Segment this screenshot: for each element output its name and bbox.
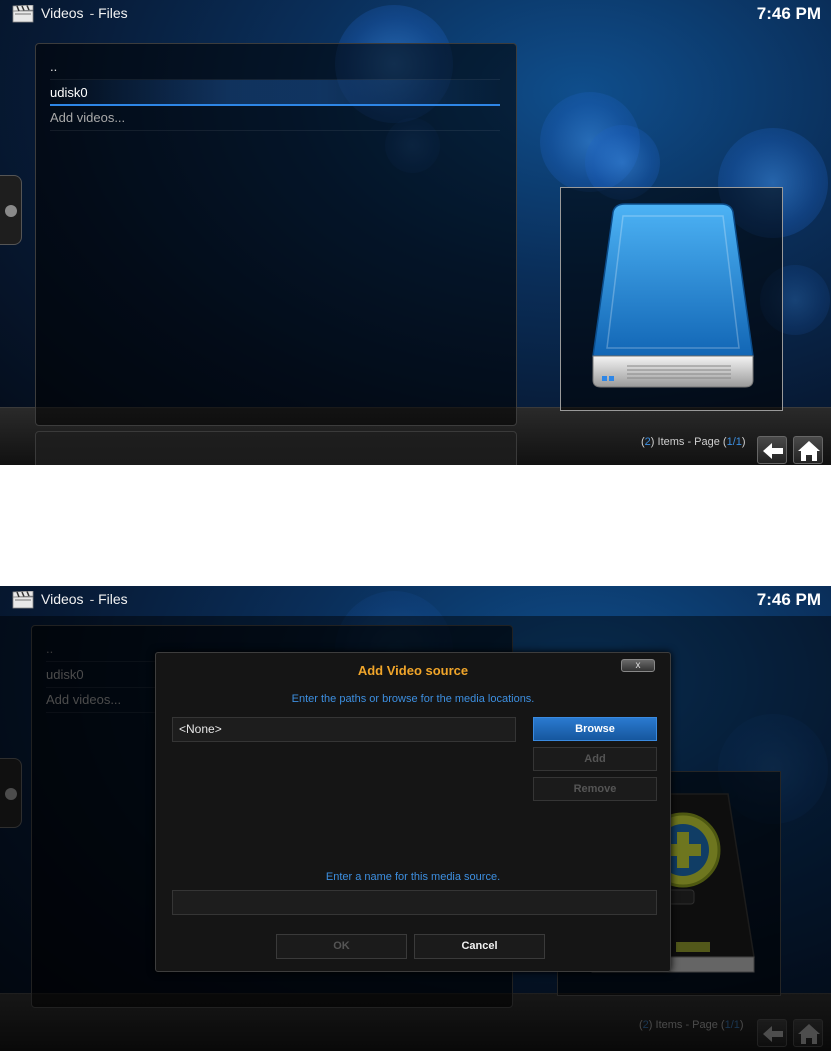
page-close: )	[741, 436, 746, 448]
top-bar: Videos - Files 7:46 PM	[0, 586, 831, 616]
list-footer-panel	[35, 431, 517, 465]
screenshot-add-source-dialog: Videos - Files 7:46 PM .. udisk0 Add vide…	[0, 586, 831, 1051]
clock: 7:46 PM	[756, 590, 821, 609]
source-path-field[interactable]: <None>	[172, 717, 516, 742]
list-item-add-videos[interactable]: Add videos...	[50, 105, 500, 131]
thumbnail-panel	[560, 187, 783, 411]
paths-hint: Enter the paths or browse for the media …	[291, 693, 535, 705]
side-menu-tab[interactable]	[0, 175, 22, 245]
add-button[interactable]: Add	[533, 747, 657, 771]
cancel-button[interactable]: Cancel	[414, 934, 545, 959]
clapperboard-icon	[12, 5, 34, 23]
clock: 7:46 PM	[756, 4, 821, 23]
browse-button[interactable]: Browse	[533, 717, 657, 741]
name-hint: Enter a name for this media source.	[325, 871, 501, 883]
ok-button[interactable]: OK	[276, 934, 407, 959]
item-count-label: ) Items - Page (	[650, 436, 727, 448]
clapperboard-icon	[12, 591, 34, 609]
back-button[interactable]	[757, 436, 787, 464]
back-arrow-icon	[763, 443, 783, 459]
side-menu-arrow-icon	[5, 205, 17, 217]
list-item-parent[interactable]: ..	[50, 54, 500, 80]
list-item-udisk0[interactable]: udisk0	[50, 80, 500, 106]
add-video-source-dialog: Add Video source x Enter the paths or br…	[155, 652, 671, 972]
subsection-title: Files	[98, 591, 128, 607]
section-title: Videos	[41, 591, 84, 607]
item-count-status: (2) Items - Page (1/1)	[641, 436, 746, 448]
subsection-title: Files	[98, 5, 128, 21]
window-title: Videos - Files	[41, 591, 128, 607]
file-list-panel: .. udisk0 Add videos...	[35, 43, 517, 426]
dialog-title: Add Video source	[357, 663, 469, 678]
title-separator: -	[89, 5, 95, 21]
top-bar: Videos - Files 7:46 PM	[0, 0, 831, 30]
title-separator: -	[89, 591, 95, 607]
page-number: 1/1	[726, 436, 742, 448]
screenshot-files-view: Videos - Files 7:46 PM .. udisk0 Add vide…	[0, 0, 831, 465]
section-title: Videos	[41, 5, 84, 21]
hard-drive-icon	[592, 203, 754, 388]
dialog-close-button[interactable]: x	[621, 659, 655, 672]
home-button[interactable]	[793, 436, 823, 464]
source-name-field[interactable]	[172, 890, 657, 915]
remove-button[interactable]: Remove	[533, 777, 657, 801]
window-title: Videos - Files	[41, 5, 128, 21]
home-icon	[798, 441, 820, 461]
